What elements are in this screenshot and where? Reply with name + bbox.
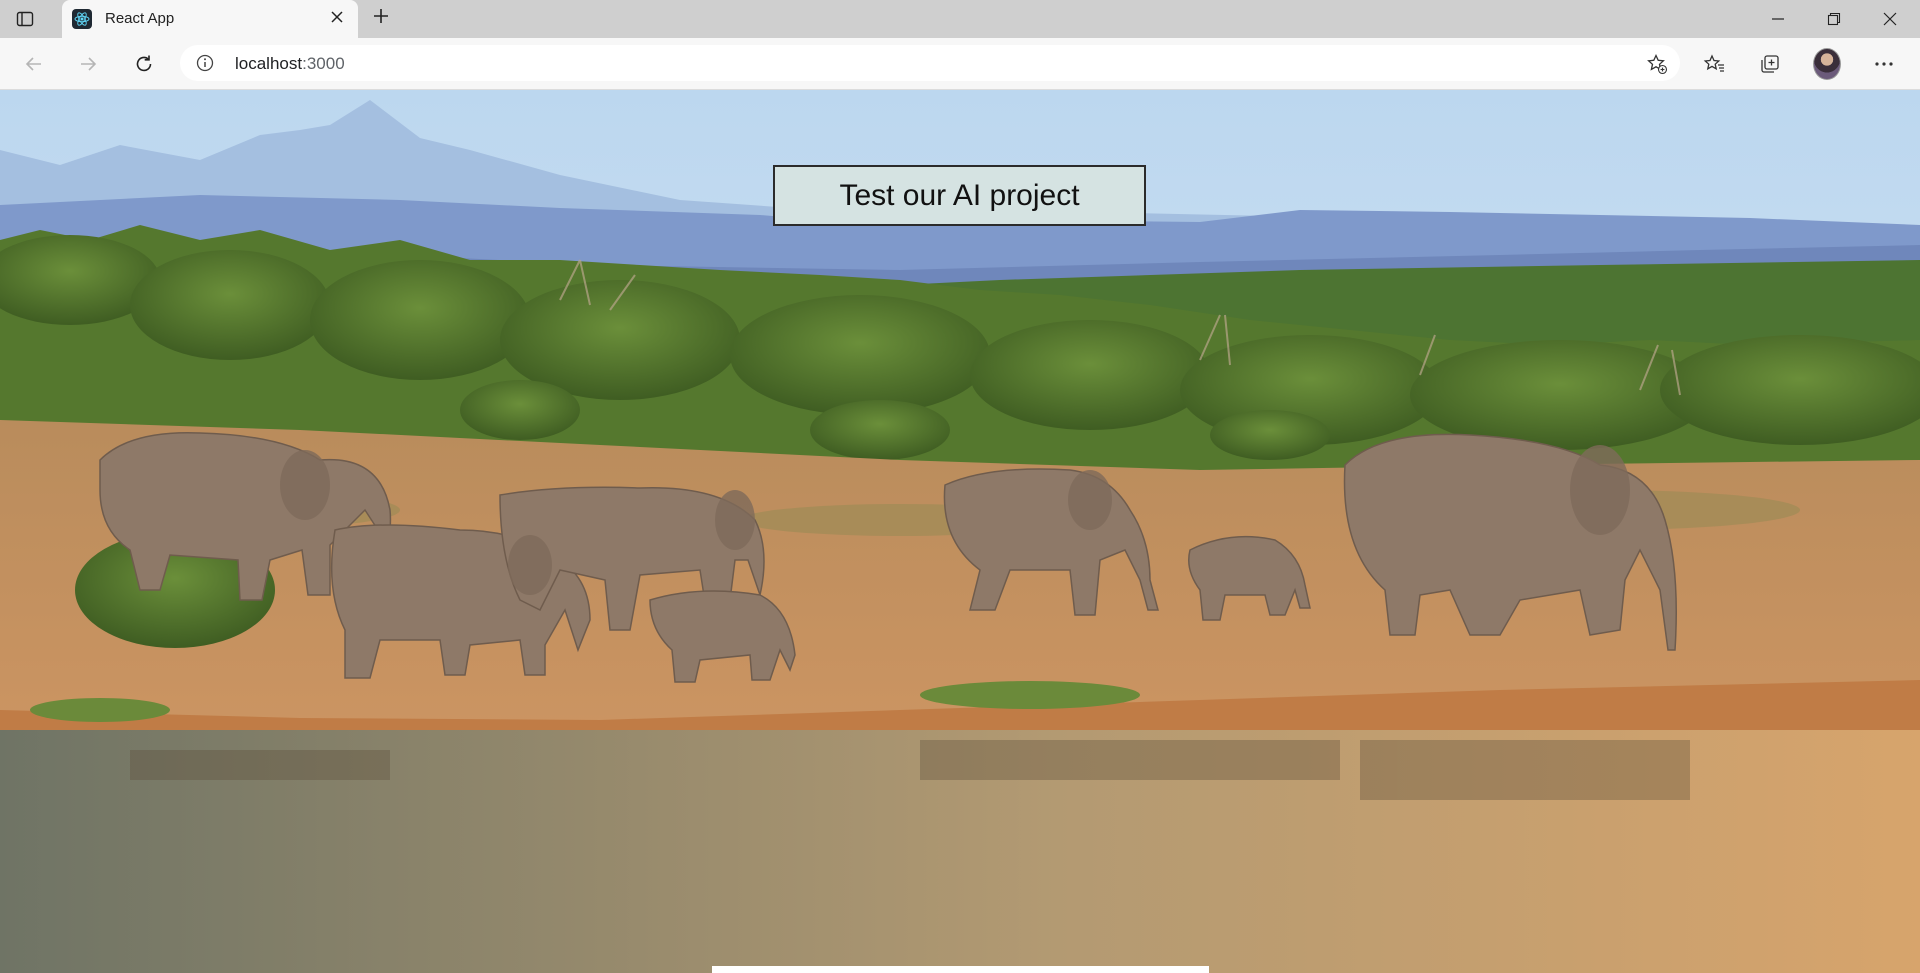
close-icon[interactable] [328,10,346,28]
tab-title: React App [105,10,175,27]
favorites-icon[interactable] [1700,50,1728,78]
address-bar[interactable]: localhost:3000 [180,45,1680,81]
info-icon[interactable] [196,54,214,72]
url-port: :3000 [302,54,345,73]
arrow-left-icon[interactable] [20,50,48,78]
browser-toolbar: localhost:3000 [0,38,1920,90]
reload-icon[interactable] [130,50,158,78]
collections-icon[interactable] [1756,50,1784,78]
test-ai-project-button[interactable]: Test our AI project [773,165,1146,226]
arrow-right-icon[interactable] [74,50,102,78]
restore-icon[interactable] [1806,0,1862,38]
star-plus-icon[interactable] [1646,53,1668,75]
more-icon[interactable] [1870,50,1898,78]
page-content: Test our AI project [0,90,1920,973]
window-close-icon[interactable] [1862,0,1918,38]
avatar[interactable] [1813,48,1841,80]
browser-tab[interactable]: React App [62,0,358,38]
plus-icon[interactable] [368,6,394,32]
minimize-icon[interactable] [1750,0,1806,38]
profile-avatar-icon [1813,48,1841,80]
url-host: localhost [235,54,303,73]
tab-actions-icon[interactable] [14,8,36,30]
title-bar: React App [0,0,1920,38]
page-bottom-element [712,966,1209,973]
url-text[interactable]: localhost:3000 [235,54,345,74]
react-logo-icon [72,9,92,29]
